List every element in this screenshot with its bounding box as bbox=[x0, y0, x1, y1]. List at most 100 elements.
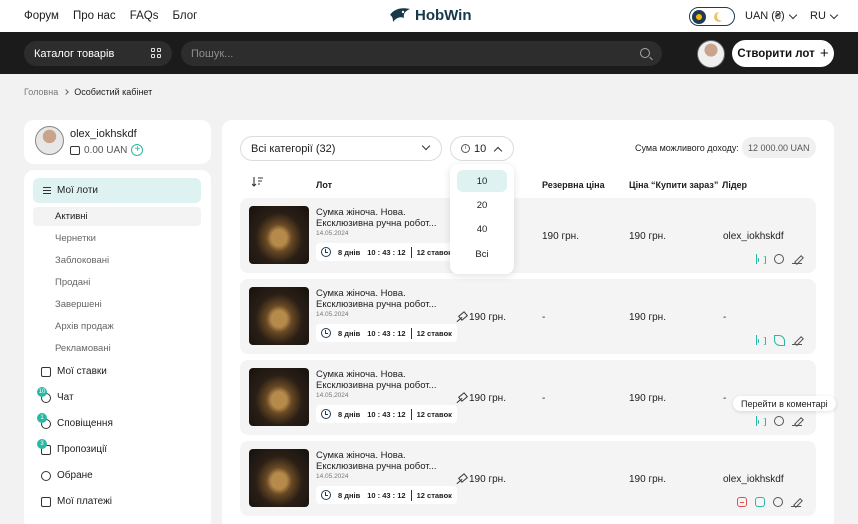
comments-icon[interactable] bbox=[773, 497, 783, 507]
edit-icon[interactable] bbox=[792, 416, 802, 426]
buy-now-price: 190 грн. bbox=[629, 231, 666, 242]
promote-icon[interactable] bbox=[756, 416, 766, 426]
sidebar-item-notifications[interactable]: 1 Сповіщення bbox=[37, 412, 113, 429]
table-row[interactable]: Сумка жіноча. Нова. Ексклюзивна ручна ро… bbox=[240, 279, 816, 354]
category-value: Всі категорії (32) bbox=[251, 142, 336, 155]
user-avatar[interactable] bbox=[35, 126, 64, 155]
column-header-buy-now: Ціна “Купити зараз” bbox=[629, 180, 719, 190]
lot-thumbnail[interactable] bbox=[249, 287, 309, 345]
grid-icon bbox=[151, 48, 161, 58]
lot-title[interactable]: Сумка жіноча. Нова. Ексклюзивна ручна ро… bbox=[316, 288, 442, 310]
page-size-option[interactable]: 20 bbox=[457, 194, 507, 216]
table-row[interactable]: Сумка жіноча. Нова. Ексклюзивна ручна ро… bbox=[240, 360, 816, 435]
bell-icon: 1 bbox=[37, 412, 51, 429]
logo-text: HobWin bbox=[415, 6, 472, 24]
language-selector[interactable]: RU bbox=[810, 10, 839, 22]
sidebar-item-chat[interactable]: 10 Чат bbox=[37, 386, 74, 403]
avatar[interactable] bbox=[697, 40, 725, 68]
language-value: RU bbox=[810, 10, 826, 22]
add-funds-icon[interactable]: + bbox=[131, 144, 144, 156]
lot-thumbnail[interactable] bbox=[249, 368, 309, 426]
row-actions bbox=[756, 254, 802, 264]
offers-icon: 3 bbox=[37, 438, 51, 455]
currency-selector[interactable]: UAN (₴) bbox=[745, 10, 797, 22]
promote-icon[interactable] bbox=[755, 497, 765, 507]
chevron-down-icon bbox=[421, 141, 431, 151]
page-size-option[interactable]: Всі bbox=[457, 243, 507, 265]
nav-link-faqs[interactable]: FAQs bbox=[130, 10, 159, 22]
sidebar-item-my-lots[interactable]: Мої лоти bbox=[33, 178, 201, 203]
category-select[interactable]: Всі категорії (32) bbox=[240, 136, 442, 161]
chat-icon: 10 bbox=[37, 386, 51, 403]
current-price-value: 190 грн. bbox=[469, 393, 506, 404]
sidebar-subitem-sold[interactable]: Продані bbox=[33, 273, 201, 292]
create-lot-button[interactable]: Створити лот + bbox=[732, 40, 834, 67]
bid-count: 12 ставок bbox=[416, 490, 452, 500]
lot-thumbnail[interactable] bbox=[249, 449, 309, 507]
sidebar-subitem-blocked[interactable]: Заблоковані bbox=[33, 251, 201, 270]
nav-link-blog[interactable]: Блог bbox=[172, 10, 197, 22]
sun-icon bbox=[692, 10, 706, 24]
sort-icon[interactable] bbox=[252, 176, 264, 187]
page-size-option[interactable]: 40 bbox=[457, 218, 507, 240]
page-size-select[interactable]: i 10 bbox=[450, 136, 514, 161]
row-actions bbox=[756, 416, 802, 426]
boost-icon[interactable] bbox=[774, 335, 785, 346]
lot-timer: 8 днів 10 : 43 : 12 12 ставок bbox=[316, 486, 457, 504]
lot-thumbnail[interactable] bbox=[249, 206, 309, 264]
column-header-lot: Лот bbox=[316, 180, 332, 190]
cancel-icon[interactable] bbox=[737, 497, 747, 507]
table-row[interactable]: Сумка жіноча. Нова. Ексклюзивна ручна ро… bbox=[240, 198, 816, 273]
currency-value: UAN (₴) bbox=[745, 10, 785, 22]
catalog-button[interactable]: Каталог товарів bbox=[24, 41, 172, 66]
row-actions bbox=[737, 497, 801, 507]
sidebar-item-favorites[interactable]: Обране bbox=[41, 470, 93, 481]
auction-hammer-icon bbox=[456, 313, 466, 322]
nav-link-forum[interactable]: Форум bbox=[24, 10, 59, 22]
comments-icon[interactable] bbox=[774, 416, 784, 426]
promote-icon[interactable] bbox=[756, 254, 766, 264]
sidebar-item-label: Чат bbox=[57, 392, 74, 403]
lot-title[interactable]: Сумка жіноча. Нова. Ексклюзивна ручна ро… bbox=[316, 207, 442, 229]
leader-name: - bbox=[723, 393, 727, 404]
theme-toggle[interactable] bbox=[689, 7, 735, 26]
reserve-price: - bbox=[542, 393, 546, 404]
search-icon[interactable] bbox=[640, 48, 650, 58]
nav-link-about[interactable]: Про нас bbox=[73, 10, 116, 22]
breadcrumb-home[interactable]: Головна bbox=[24, 87, 58, 97]
edit-icon[interactable] bbox=[792, 335, 802, 345]
sidebar-item-payments[interactable]: Мої платежі bbox=[41, 496, 112, 507]
logo[interactable]: HobWin bbox=[389, 6, 472, 24]
logo-bird-icon bbox=[390, 8, 410, 22]
timer-days: 8 днів bbox=[338, 328, 361, 338]
sidebar-item-offers[interactable]: 3 Пропозиції bbox=[37, 438, 107, 455]
edit-icon[interactable] bbox=[791, 497, 801, 507]
search-box bbox=[181, 41, 662, 66]
lot-title[interactable]: Сумка жіноча. Нова. Ексклюзивна ручна ро… bbox=[316, 450, 442, 472]
search-input[interactable] bbox=[181, 41, 601, 66]
lot-timer: 8 днів 10 : 43 : 12 12 ставок bbox=[316, 405, 457, 423]
column-header-reserve: Резервна ціна bbox=[542, 180, 605, 190]
column-header-leader: Лідер bbox=[722, 180, 748, 190]
balance-value: 0.00 UAN bbox=[84, 144, 128, 156]
sidebar-subitem-active[interactable]: Активні bbox=[33, 207, 201, 226]
lot-title[interactable]: Сумка жіноча. Нова. Ексклюзивна ручна ро… bbox=[316, 369, 442, 391]
leader-name: olex_iokhskdf bbox=[723, 231, 784, 242]
promote-icon[interactable] bbox=[756, 335, 766, 345]
edit-icon[interactable] bbox=[792, 254, 802, 264]
reserve-price: - bbox=[542, 312, 546, 323]
table-row[interactable]: Сумка жіноча. Нова. Ексклюзивна ручна ро… bbox=[240, 441, 816, 516]
income-value: 12 000.00 UAN bbox=[742, 137, 816, 158]
comments-icon[interactable] bbox=[774, 254, 784, 264]
clock-icon bbox=[321, 409, 331, 419]
wallet-icon bbox=[70, 145, 80, 155]
sidebar-subitem-promoted[interactable]: Рекламовані bbox=[33, 339, 201, 358]
page-size-option[interactable]: 10 bbox=[457, 170, 507, 192]
sidebar-subitem-finished[interactable]: Завершені bbox=[33, 295, 201, 314]
sidebar-subitem-sales-archive[interactable]: Архів продаж bbox=[33, 317, 201, 336]
user-card: olex_iokhskdf 0.00 UAN + bbox=[24, 120, 211, 164]
sidebar-item-my-bids[interactable]: Мої ставки bbox=[41, 366, 107, 377]
sidebar-subitem-drafts[interactable]: Чернетки bbox=[33, 229, 201, 248]
list-icon bbox=[43, 187, 51, 194]
create-lot-label: Створити лот bbox=[737, 47, 815, 60]
